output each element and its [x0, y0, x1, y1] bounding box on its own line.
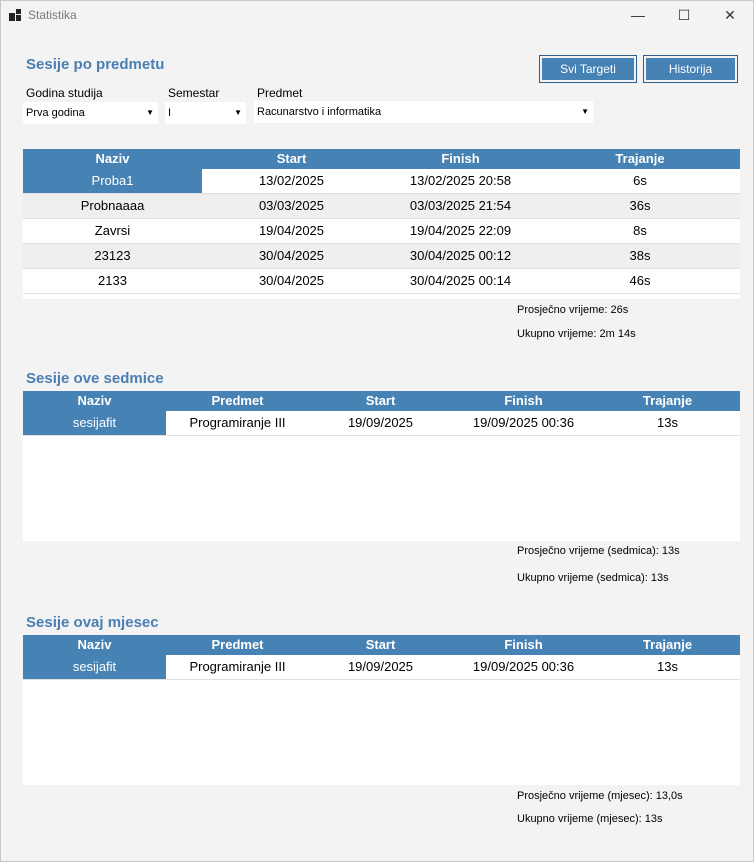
- table-cell: Zavrsi: [94, 223, 131, 238]
- table-row[interactable]: Proba1 13/02/2025 13/02/2025 20:58 6s: [23, 169, 740, 194]
- semestar-select[interactable]: I ▼: [165, 102, 246, 124]
- table-cell: 30/04/2025 00:14: [409, 273, 512, 288]
- column-header[interactable]: Trajanje: [540, 149, 740, 169]
- sesije-po-predmetu-table[interactable]: Naziv Start Finish Trajanje Proba1 13/02…: [23, 149, 740, 299]
- table-cell: 19/09/2025: [347, 659, 414, 674]
- table-cell: 03/03/2025: [258, 198, 325, 213]
- title-bar: Statistika — ☐ ✕: [1, 1, 753, 29]
- statistika-window: Statistika — ☐ ✕ Sesije po predmetu Svi …: [0, 0, 754, 862]
- table-cell: 19/09/2025 00:36: [472, 415, 575, 430]
- table-row[interactable]: 2133 30/04/2025 30/04/2025 00:14 46s: [23, 269, 740, 294]
- close-button[interactable]: ✕: [707, 1, 753, 29]
- table-cell: 03/03/2025 21:54: [409, 198, 512, 213]
- column-header[interactable]: Naziv: [23, 149, 202, 169]
- chevron-down-icon: ▼: [581, 107, 589, 116]
- sesije-ove-sedmice-table[interactable]: Naziv Predmet Start Finish Trajanje sesi…: [23, 391, 740, 541]
- table-cell: 6s: [633, 173, 647, 188]
- column-header[interactable]: Start: [309, 391, 452, 411]
- ukupno-vrijeme-mjesec-label: Ukupno vrijeme (mjesec): 13s: [517, 813, 663, 825]
- column-header[interactable]: Start: [202, 149, 381, 169]
- semestar-value: I: [168, 107, 172, 119]
- table-cell: Programiranje III: [189, 415, 286, 430]
- app-icon: [9, 9, 21, 21]
- section-title-ovaj-mjesec: Sesije ovaj mjesec: [26, 614, 159, 631]
- godina-studija-label: Godina studija: [26, 86, 103, 100]
- chevron-down-icon: ▼: [234, 108, 242, 117]
- predmet-label: Predmet: [257, 86, 303, 100]
- godina-studija-value: Prva godina: [26, 107, 85, 119]
- prosjecno-vrijeme-mjesec-label: Prosječno vrijeme (mjesec): 13,0s: [517, 790, 683, 802]
- table-cell: 19/04/2025 22:09: [409, 223, 512, 238]
- column-header[interactable]: Start: [309, 635, 452, 655]
- window-title: Statistika: [28, 8, 77, 22]
- table-cell: 30/04/2025: [258, 273, 325, 288]
- table-cell: Probnaaaa: [80, 198, 145, 213]
- sesije-ovaj-mjesec-table[interactable]: Naziv Predmet Start Finish Trajanje sesi…: [23, 635, 740, 785]
- table-row[interactable]: 23123 30/04/2025 30/04/2025 00:12 38s: [23, 244, 740, 269]
- chevron-down-icon: ▼: [146, 108, 154, 117]
- table-cell: 30/04/2025 00:12: [409, 248, 512, 263]
- table-row[interactable]: sesijafit Programiranje III 19/09/2025 1…: [23, 655, 740, 680]
- table-cell: 13s: [657, 659, 678, 674]
- column-header[interactable]: Trajanje: [595, 391, 740, 411]
- table-cell: 13/02/2025 20:58: [409, 173, 512, 188]
- semestar-label: Semestar: [168, 86, 220, 100]
- table-cell: 8s: [633, 223, 647, 238]
- column-header[interactable]: Trajanje: [595, 635, 740, 655]
- table-row[interactable]: Zavrsi 19/04/2025 19/04/2025 22:09 8s: [23, 219, 740, 244]
- table-cell: 30/04/2025: [258, 248, 325, 263]
- table-cell: 19/09/2025 00:36: [472, 659, 575, 674]
- column-header[interactable]: Finish: [452, 391, 595, 411]
- historija-button[interactable]: Historija: [643, 55, 738, 83]
- table-cell: sesijafit: [23, 411, 166, 435]
- table-cell: Proba1: [23, 169, 202, 193]
- column-header[interactable]: Predmet: [166, 391, 309, 411]
- table-header: Naziv Predmet Start Finish Trajanje: [23, 635, 740, 655]
- table-cell: 36s: [629, 198, 651, 213]
- table-cell: 2133: [98, 273, 127, 288]
- column-header[interactable]: Naziv: [23, 635, 166, 655]
- prosjecno-vrijeme-sedmica-label: Prosječno vrijeme (sedmica): 13s: [517, 545, 680, 557]
- minimize-button[interactable]: —: [615, 1, 661, 29]
- column-header[interactable]: Finish: [381, 149, 540, 169]
- column-header[interactable]: Finish: [452, 635, 595, 655]
- table-row[interactable]: sesijafit Programiranje III 19/09/2025 1…: [23, 411, 740, 436]
- column-header[interactable]: Predmet: [166, 635, 309, 655]
- section-title-po-predmetu: Sesije po predmetu: [26, 56, 165, 73]
- ukupno-vrijeme-label: Ukupno vrijeme: 2m 14s: [517, 328, 636, 340]
- table-cell: 19/04/2025: [258, 223, 325, 238]
- table-header: Naziv Start Finish Trajanje: [23, 149, 740, 169]
- table-cell: 23123: [94, 248, 131, 263]
- ukupno-vrijeme-sedmica-label: Ukupno vrijeme (sedmica): 13s: [517, 572, 669, 584]
- table-cell: Programiranje III: [189, 659, 286, 674]
- godina-studija-select[interactable]: Prva godina ▼: [23, 102, 158, 124]
- table-cell: 13/02/2025: [258, 173, 325, 188]
- section-title-ove-sedmice: Sesije ove sedmice: [26, 370, 164, 387]
- table-header: Naziv Predmet Start Finish Trajanje: [23, 391, 740, 411]
- table-cell: 13s: [657, 415, 678, 430]
- table-cell: 38s: [629, 248, 651, 263]
- predmet-select[interactable]: Racunarstvo i informatika ▼: [254, 101, 593, 123]
- maximize-button[interactable]: ☐: [661, 1, 707, 29]
- table-cell: 46s: [629, 273, 651, 288]
- table-row[interactable]: Probnaaaa 03/03/2025 03/03/2025 21:54 36…: [23, 194, 740, 219]
- table-cell: 19/09/2025: [347, 415, 414, 430]
- column-header[interactable]: Naziv: [23, 391, 166, 411]
- svi-targeti-button[interactable]: Svi Targeti: [539, 55, 637, 83]
- table-cell: sesijafit: [23, 655, 166, 679]
- predmet-value: Racunarstvo i informatika: [257, 106, 382, 118]
- prosjecno-vrijeme-label: Prosječno vrijeme: 26s: [517, 304, 629, 316]
